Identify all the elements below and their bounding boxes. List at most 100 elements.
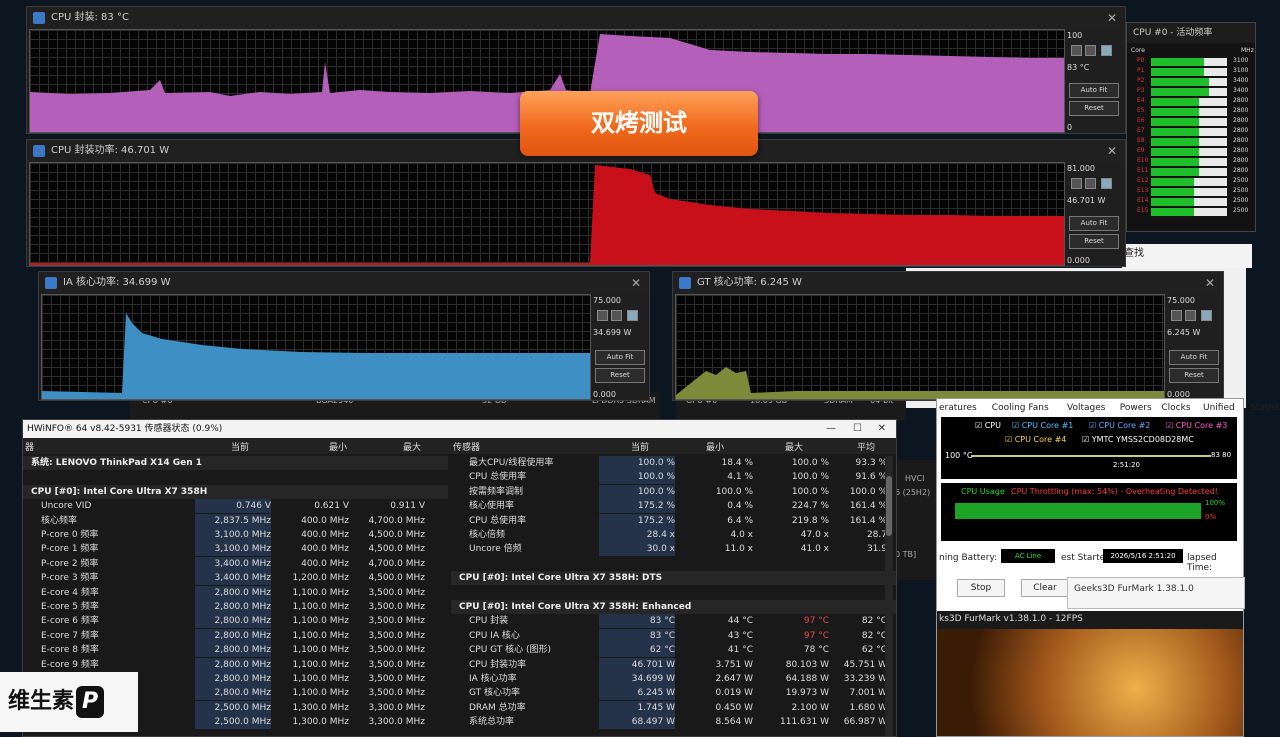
sensor-name: 按需频率调制 [469, 486, 524, 497]
reset-button[interactable]: Reset [1069, 234, 1119, 249]
stop-button[interactable]: Stop [957, 579, 1005, 597]
column-header[interactable]: 当前 [231, 440, 249, 453]
auto-fit-button[interactable]: Auto Fit [1069, 216, 1119, 231]
table-row[interactable]: 核心倍频 28.4 x 4.0 x 47.0 x 28.7 [451, 528, 896, 542]
clear-button[interactable]: Clear [1021, 579, 1069, 597]
table-row[interactable]: CPU 封装功率 46.701 W 3.751 W 80.103 W 45.751 W [451, 657, 896, 672]
legend-item[interactable]: ☑ CPU [975, 421, 1001, 430]
color-box[interactable] [1185, 310, 1196, 321]
auto-fit-button[interactable]: Auto Fit [1169, 350, 1219, 365]
table-row[interactable]: P-core 1 频率 3,100.0 MHz 400.0 MHz 4,500.0 M… [23, 542, 448, 557]
table-row[interactable]: CPU 总使用率 175.2 % 6.4 % 219.8 % 161.4 % [451, 513, 896, 528]
table-row[interactable]: CPU 总使用率 100.0 % 4.1 % 100.0 % 91.6 % [451, 470, 896, 485]
legend-item[interactable]: ☑ CPU Core #2 [1089, 421, 1150, 430]
close-icon[interactable]: ✕ [1107, 140, 1117, 162]
color-box[interactable] [1085, 45, 1096, 56]
column-header[interactable]: 最小 [329, 440, 347, 453]
table-row[interactable]: E-core 6 频率 2,800.0 MHz 1,100.0 MHz 3,500.0… [23, 614, 448, 629]
table-row[interactable]: CPU IA 核心 83 °C 43 °C 97 °C 82 °C [451, 628, 896, 643]
color-box[interactable] [627, 310, 638, 321]
minimize-icon[interactable]: — [826, 420, 836, 438]
close-icon[interactable]: ✕ [878, 420, 886, 438]
column-header[interactable]: 平均 [857, 440, 875, 453]
table-row[interactable]: P-core 3 频率 3,400.0 MHz 1,200.0 MHz 4,500.0… [23, 571, 448, 586]
table-row[interactable]: CPU GT 核心 (图形) 62 °C 41 °C 78 °C 62 °C [451, 643, 896, 658]
maximize-icon[interactable]: ☐ [853, 420, 862, 438]
current-value: 46.701 W [1067, 196, 1106, 205]
freq-bar [1151, 88, 1227, 96]
table-row[interactable]: 核心频率 2,837.5 MHz 400.0 MHz 4,700.0 MHz [23, 513, 448, 528]
auto-fit-button[interactable]: Auto Fit [595, 350, 645, 365]
color-box[interactable] [1071, 45, 1082, 56]
color-box[interactable] [1071, 178, 1082, 189]
auto-fit-button[interactable]: Auto Fit [1069, 83, 1119, 98]
sensor-group[interactable]: CPU [#0]: Intel Core Ultra X7 358H [23, 484, 448, 499]
table-row[interactable]: E-core 7 频率 2,800.0 MHz 1,100.0 MHz 3,500.0… [23, 628, 448, 643]
table-row[interactable] [23, 470, 448, 484]
tab[interactable]: Statistics [1250, 403, 1280, 413]
table-row[interactable]: CPU 封装 83 °C 44 °C 97 °C 82 °C [451, 614, 896, 629]
sensor-max: 4,500.0 MHz [368, 573, 425, 584]
table-row[interactable]: Uncore VID 0.746 V 0.621 V 0.911 V [23, 499, 448, 514]
table-row[interactable]: Uncore 倍频 30.0 x 11.0 x 41.0 x 31.9 [451, 542, 896, 557]
table-row[interactable]: 系统总功率 68.497 W 8.564 W 111.631 W 66.987 W [451, 715, 896, 730]
tab[interactable]: Powers [1120, 403, 1152, 413]
tab[interactable]: Cooling Fans [992, 403, 1049, 413]
legend-item[interactable]: ☑ YMTC YMSS2CD08D28MC [1082, 435, 1194, 444]
color-box[interactable] [1171, 310, 1182, 321]
sensor-group[interactable]: 系统: LENOVO ThinkPad X14 Gen 1 [23, 456, 448, 470]
table-row[interactable]: E-core 5 频率 2,800.0 MHz 1,100.0 MHz 3,500.0… [23, 600, 448, 614]
table-row[interactable]: P-core 2 频率 3,400.0 MHz 400.0 MHz 4,700.0 M… [23, 556, 448, 571]
table-row[interactable] [451, 557, 896, 571]
table-row[interactable]: DRAM 总功率 1.745 W 0.450 W 2.100 W 1.680 W [451, 700, 896, 715]
column-header[interactable]: 最小 [706, 440, 724, 453]
reset-button[interactable]: Reset [595, 368, 645, 383]
column-header[interactable]: 最大 [403, 440, 421, 453]
table-row[interactable]: E-core 9 频率 2,800.0 MHz 1,100.0 MHz 3,500.0… [23, 657, 448, 672]
color-box[interactable] [1101, 45, 1112, 56]
scrollbar[interactable] [885, 456, 893, 736]
tab[interactable]: Clocks [1161, 403, 1190, 413]
table-header: 器 当前 最小 最大 传感器 当前 最小 最大 平均 [23, 438, 896, 454]
color-box[interactable] [597, 310, 608, 321]
color-box[interactable] [611, 310, 622, 321]
sensor-min: 400.0 MHz [301, 544, 349, 555]
color-box[interactable] [1201, 310, 1212, 321]
column-header[interactable]: 最大 [785, 440, 803, 453]
sensor-cur: 3,100.0 MHz [195, 542, 271, 557]
table-row[interactable]: 最大CPU/线程使用率 100.0 % 18.4 % 100.0 % 93.3 % [451, 456, 896, 470]
legend-item[interactable]: ☑ CPU Core #4 [1005, 435, 1066, 444]
tab[interactable]: Unified [1203, 403, 1235, 413]
column-header[interactable]: 器 [25, 440, 34, 453]
color-box[interactable] [1085, 178, 1096, 189]
tab[interactable]: eratures [939, 403, 977, 413]
legend-item[interactable]: ☑ CPU Core #1 [1012, 421, 1073, 430]
tab[interactable]: Voltages [1067, 403, 1105, 413]
table-row[interactable] [451, 586, 896, 600]
cpu-frequency-panel: CPU #0 - 活动频率 Core MHz P0 3100 P1 3100 P2 340… [1126, 22, 1256, 232]
legend-item[interactable]: ☑ CPU Core #3 [1166, 421, 1227, 430]
table-row[interactable]: 核心使用率 175.2 % 0.4 % 224.7 % 161.4 % [451, 499, 896, 514]
close-icon[interactable]: ✕ [1205, 272, 1215, 294]
reset-button[interactable]: Reset [1069, 101, 1119, 116]
color-box[interactable] [1101, 178, 1112, 189]
monitor-window: eratures Cooling Fans Voltages Powers Clocks… [936, 398, 1280, 737]
column-header[interactable]: 当前 [631, 440, 649, 453]
table-row[interactable]: IA 核心功率 34.699 W 2.647 W 64.188 W 33.239 W [451, 672, 896, 686]
table-row[interactable]: P-core 0 频率 3,100.0 MHz 400.0 MHz 4,500.0 M… [23, 528, 448, 542]
core-label: E8 [1137, 137, 1145, 144]
sensor-group[interactable]: CPU [#0]: Intel Core Ultra X7 358H: DTS [451, 571, 896, 586]
freq-bar-fill [1151, 68, 1205, 76]
column-header[interactable]: 传感器 [453, 440, 480, 453]
table-row[interactable]: E-core 4 频率 2,800.0 MHz 1,100.0 MHz 3,500.0… [23, 585, 448, 600]
search-label[interactable]: 查找 [1122, 244, 1252, 268]
table-row[interactable]: E-core 8 频率 2,800.0 MHz 1,100.0 MHz 3,500.0… [23, 643, 448, 658]
close-icon[interactable]: ✕ [1107, 7, 1117, 29]
table-row[interactable]: GT 核心功率 6.245 W 0.019 W 19.973 W 7.001 W [451, 686, 896, 701]
freq-bar [1151, 58, 1227, 66]
sensor-group[interactable]: CPU [#0]: Intel Core Ultra X7 358H: Enha… [451, 600, 896, 614]
sensor-cur: 83 °C [599, 628, 675, 643]
close-icon[interactable]: ✕ [631, 272, 641, 294]
table-row[interactable]: 按需频率调制 100.0 % 100.0 % 100.0 % 100.0 % [451, 484, 896, 499]
reset-button[interactable]: Reset [1169, 368, 1219, 383]
